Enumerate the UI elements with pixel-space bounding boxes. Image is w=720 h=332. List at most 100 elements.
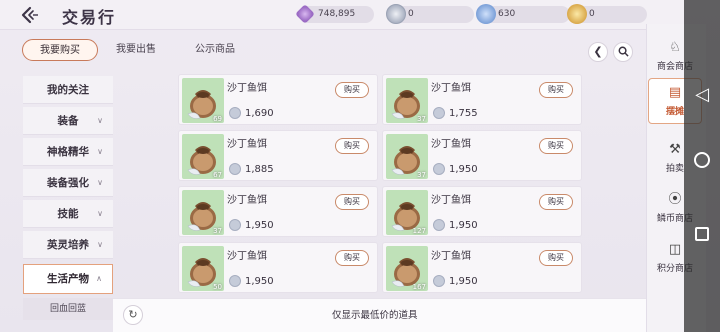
sidebar-item-label: 生活产物 — [47, 273, 89, 285]
silver-coin-icon — [386, 4, 406, 24]
listing-card[interactable]: 37 沙丁鱼饵 1,950 购买 — [178, 186, 378, 237]
collapse-button[interactable]: ❮ — [588, 42, 608, 62]
item-name: 沙丁鱼饵 — [227, 83, 267, 94]
system-home-icon[interactable] — [684, 152, 720, 172]
chevron-left-icon: ❮ — [593, 45, 603, 58]
refresh-button[interactable]: ↻ — [123, 305, 143, 325]
listing-card[interactable]: 167 沙丁鱼饵 1,950 购买 — [382, 242, 582, 293]
item-quantity: 67 — [213, 171, 222, 179]
item-name: 沙丁鱼饵 — [431, 83, 471, 94]
search-icon — [618, 46, 629, 57]
sidebar-item-hero-training[interactable]: 英灵培养 ∨ — [23, 231, 113, 259]
listing-card[interactable]: 67 沙丁鱼饵 1,885 购买 — [178, 130, 378, 181]
currency-crystal: 748,895 — [295, 4, 374, 24]
currency-value: 0 — [589, 9, 595, 19]
chevron-down-icon: ∨ — [97, 116, 103, 125]
item-name: 沙丁鱼饵 — [431, 195, 471, 206]
buy-button[interactable]: 购买 — [335, 138, 369, 154]
buy-button[interactable]: 购买 — [539, 194, 573, 210]
sidebar-item-divine-essence[interactable]: 神格精华 ∨ — [23, 138, 113, 166]
bait-bag-icon: 37 — [386, 134, 428, 179]
chevron-down-icon: ∨ — [97, 240, 103, 249]
chevron-down-icon: ∨ — [97, 209, 103, 218]
nav-label: 拍卖 — [665, 164, 684, 174]
bait-bag-icon: 167 — [386, 246, 428, 291]
sidebar-item-label: 装备 — [57, 115, 79, 127]
buy-button[interactable]: 购买 — [539, 250, 573, 266]
item-quantity: 127 — [412, 227, 426, 235]
item-name: 沙丁鱼饵 — [227, 195, 267, 206]
item-price: 1,950 — [245, 276, 274, 287]
item-quantity: 37 — [417, 171, 426, 179]
tab-public-items[interactable]: 公示商品 — [180, 39, 250, 61]
points-shop-icon: ◫ — [668, 242, 682, 257]
silver-coin-icon — [433, 107, 445, 119]
bait-bag-icon: 50 — [182, 246, 224, 291]
sidebar-item-enhancement[interactable]: 装备强化 ∨ — [23, 169, 113, 197]
silver-coin-icon — [229, 219, 241, 231]
currency-value: 748,895 — [318, 9, 356, 19]
buy-button[interactable]: 购买 — [335, 250, 369, 266]
system-back-icon[interactable]: ◁ — [684, 84, 720, 105]
sidebar-item-label: 技能 — [57, 208, 79, 220]
listing-card[interactable]: 127 沙丁鱼饵 1,950 购买 — [382, 186, 582, 237]
item-price: 1,885 — [245, 164, 274, 175]
sidebar-item-label: 装备强化 — [47, 177, 89, 189]
currency-value: 630 — [498, 9, 516, 19]
item-quantity: 50 — [213, 283, 222, 291]
chevron-down-icon: ∨ — [97, 147, 103, 156]
sidebar-item-label: 我的关注 — [47, 84, 89, 96]
listing-card[interactable]: 69 沙丁鱼饵 1,690 购买 — [178, 74, 378, 125]
item-name: 沙丁鱼饵 — [431, 251, 471, 262]
gold-coin-icon — [567, 4, 587, 24]
item-name: 沙丁鱼饵 — [227, 251, 267, 262]
system-recents-icon[interactable] — [684, 226, 720, 245]
coin-shop-icon: ⦿ — [668, 192, 682, 207]
item-price: 1,950 — [449, 164, 478, 175]
nav-label: 摆摊 — [665, 107, 684, 117]
item-quantity: 69 — [213, 115, 222, 123]
buy-button[interactable]: 购买 — [539, 82, 573, 98]
currency-value: 0 — [408, 9, 414, 19]
buy-button[interactable]: 购买 — [335, 82, 369, 98]
tab-sell[interactable]: 我要出售 — [104, 39, 168, 61]
currency-gold: 0 — [567, 4, 647, 24]
listing-card[interactable]: 37 沙丁鱼饵 1,755 购买 — [382, 74, 582, 125]
currency-gem: 630 — [476, 4, 570, 24]
chevron-up-icon: ∧ — [96, 274, 102, 283]
silver-coin-icon — [229, 275, 241, 287]
bait-bag-icon: 67 — [182, 134, 224, 179]
gavel-icon: ⚒ — [669, 142, 681, 157]
sidebar-item-equipment[interactable]: 装备 ∨ — [23, 107, 113, 135]
system-nav-bar: ◁ — [684, 0, 720, 332]
sidebar-item-following[interactable]: 我的关注 — [23, 76, 113, 104]
sidebar-item-skills[interactable]: 技能 ∨ — [23, 200, 113, 228]
gem-icon — [476, 4, 496, 24]
silver-coin-icon — [229, 107, 241, 119]
listing-card[interactable]: 50 沙丁鱼饵 1,950 购买 — [178, 242, 378, 293]
buy-button[interactable]: 购买 — [539, 138, 573, 154]
sidebar-item-label: 英灵培养 — [47, 239, 89, 251]
chevron-down-icon: ∨ — [97, 178, 103, 187]
item-price: 1,950 — [449, 220, 478, 231]
refresh-icon: ↻ — [128, 308, 138, 321]
silver-coin-icon — [433, 219, 445, 231]
sidebar-item-label: 神格精华 — [47, 146, 89, 158]
silver-coin-icon — [433, 275, 445, 287]
item-price: 1,755 — [449, 108, 478, 119]
sidebar-subitem-hp-mp[interactable]: 回血回蓝 — [23, 298, 113, 320]
item-price: 1,950 — [449, 276, 478, 287]
page-title: 交易行 — [62, 8, 117, 27]
buy-button[interactable]: 购买 — [335, 194, 369, 210]
item-quantity: 167 — [412, 283, 426, 291]
search-button[interactable] — [613, 42, 633, 62]
item-price: 1,690 — [245, 108, 274, 119]
back-arrow-icon[interactable] — [20, 6, 40, 24]
listing-card[interactable]: 37 沙丁鱼饵 1,950 购买 — [382, 130, 582, 181]
item-name: 沙丁鱼饵 — [227, 139, 267, 150]
lowest-price-note: 仅显示最低价的道具 — [332, 310, 418, 321]
sidebar-item-life-products[interactable]: 生活产物 ∧ — [23, 264, 113, 294]
bait-bag-icon: 37 — [386, 78, 428, 123]
tab-buy[interactable]: 我要购买 — [22, 39, 98, 61]
currency-silver: 0 — [386, 4, 474, 24]
